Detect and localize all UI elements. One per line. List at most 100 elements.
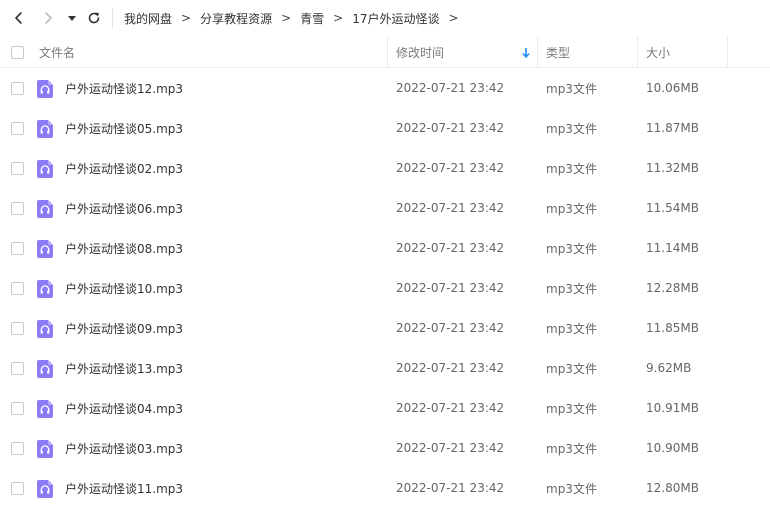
column-header-modified[interactable]: 修改时间	[396, 36, 534, 68]
row-checkbox[interactable]	[11, 361, 24, 375]
column-resize-handle[interactable]	[537, 36, 538, 68]
file-type: mp3文件	[546, 401, 597, 416]
table-row[interactable]: 户外运动怪谈06.mp3 2022-07-21 23:42 mp3文件 11.5…	[0, 188, 770, 228]
file-name[interactable]: 户外运动怪谈13.mp3	[65, 348, 183, 388]
audio-file-icon	[37, 360, 53, 378]
file-size: 9.62MB	[646, 361, 692, 375]
table-row[interactable]: 户外运动怪谈03.mp3 2022-07-21 23:42 mp3文件 10.9…	[0, 428, 770, 468]
file-name[interactable]: 户外运动怪谈03.mp3	[65, 428, 183, 468]
file-type: mp3文件	[546, 481, 597, 496]
file-type: mp3文件	[546, 241, 597, 256]
file-name[interactable]: 户外运动怪谈06.mp3	[65, 188, 183, 228]
row-checkbox-cell	[11, 308, 24, 348]
audio-file-icon	[37, 320, 53, 338]
refresh-icon	[88, 12, 100, 24]
file-type: mp3文件	[546, 201, 597, 216]
file-modified-time: 2022-07-21 23:42	[396, 201, 505, 215]
sort-down-arrow-icon	[522, 48, 530, 58]
file-size: 12.28MB	[646, 281, 699, 295]
table-row[interactable]: 户外运动怪谈10.mp3 2022-07-21 23:42 mp3文件 12.2…	[0, 268, 770, 308]
table-row[interactable]: 户外运动怪谈13.mp3 2022-07-21 23:42 mp3文件 9.62…	[0, 348, 770, 388]
column-header-name[interactable]: 文件名	[39, 36, 379, 68]
row-checkbox-cell	[11, 468, 24, 508]
refresh-button[interactable]	[82, 6, 106, 30]
file-type: mp3文件	[546, 441, 597, 456]
row-checkbox[interactable]	[11, 81, 24, 95]
file-size: 11.85MB	[646, 321, 699, 335]
file-size: 10.91MB	[646, 401, 699, 415]
column-resize-handle[interactable]	[727, 36, 728, 68]
file-size: 11.32MB	[646, 161, 699, 175]
breadcrumb-separator[interactable]: >	[449, 11, 459, 25]
back-button[interactable]	[7, 6, 31, 30]
column-header-type[interactable]: 类型	[546, 36, 634, 68]
row-checkbox[interactable]	[11, 241, 24, 255]
breadcrumb-item-my-drive[interactable]: 我的网盘	[124, 10, 172, 27]
column-resize-handle[interactable]	[387, 36, 388, 68]
file-modified-time: 2022-07-21 23:42	[396, 401, 505, 415]
table-row[interactable]: 户外运动怪谈11.mp3 2022-07-21 23:42 mp3文件 12.8…	[0, 468, 770, 508]
file-name[interactable]: 户外运动怪谈11.mp3	[65, 468, 183, 508]
file-modified-time: 2022-07-21 23:42	[396, 361, 505, 375]
file-modified-time: 2022-07-21 23:42	[396, 441, 505, 455]
table-row[interactable]: 户外运动怪谈04.mp3 2022-07-21 23:42 mp3文件 10.9…	[0, 388, 770, 428]
navigation-bar: 我的网盘 > 分享教程资源 > 青雪 > 17户外运动怪谈 >	[0, 0, 770, 36]
file-type: mp3文件	[546, 281, 597, 296]
file-modified-time: 2022-07-21 23:42	[396, 481, 505, 495]
table-row[interactable]: 户外运动怪谈09.mp3 2022-07-21 23:42 mp3文件 11.8…	[0, 308, 770, 348]
audio-file-icon	[37, 120, 53, 138]
file-name[interactable]: 户外运动怪谈02.mp3	[65, 148, 183, 188]
file-name[interactable]: 户外运动怪谈04.mp3	[65, 388, 183, 428]
file-size: 12.80MB	[646, 481, 699, 495]
column-header-size[interactable]: 大小	[646, 36, 726, 68]
audio-file-icon	[37, 160, 53, 178]
audio-file-icon	[37, 80, 53, 98]
table-row[interactable]: 户外运动怪谈12.mp3 2022-07-21 23:42 mp3文件 10.0…	[0, 68, 770, 108]
column-header-modified-label: 修改时间	[396, 45, 445, 60]
file-type: mp3文件	[546, 81, 597, 96]
file-type: mp3文件	[546, 361, 597, 376]
breadcrumb-item-current-folder[interactable]: 17户外运动怪谈	[352, 10, 439, 27]
select-all-checkbox[interactable]	[11, 45, 24, 59]
table-row[interactable]: 户外运动怪谈05.mp3 2022-07-21 23:42 mp3文件 11.8…	[0, 108, 770, 148]
toolbar-divider	[112, 8, 113, 28]
file-name[interactable]: 户外运动怪谈09.mp3	[65, 308, 183, 348]
audio-file-icon	[37, 480, 53, 498]
row-checkbox[interactable]	[11, 161, 24, 175]
file-type: mp3文件	[546, 321, 597, 336]
file-modified-time: 2022-07-21 23:42	[396, 81, 505, 95]
row-checkbox[interactable]	[11, 321, 24, 335]
audio-file-icon	[37, 240, 53, 258]
row-checkbox[interactable]	[11, 121, 24, 135]
file-name[interactable]: 户外运动怪谈08.mp3	[65, 228, 183, 268]
file-size: 11.54MB	[646, 201, 699, 215]
chevron-right-icon	[45, 12, 52, 24]
file-size: 10.90MB	[646, 441, 699, 455]
file-type: mp3文件	[546, 161, 597, 176]
row-checkbox-cell	[11, 268, 24, 308]
file-name[interactable]: 户外运动怪谈10.mp3	[65, 268, 183, 308]
audio-file-icon	[37, 440, 53, 458]
row-checkbox-cell	[11, 348, 24, 388]
row-checkbox-cell	[11, 188, 24, 228]
file-modified-time: 2022-07-21 23:42	[396, 161, 505, 175]
row-checkbox[interactable]	[11, 481, 24, 495]
column-resize-handle[interactable]	[637, 36, 638, 68]
breadcrumb-item-shared-resources[interactable]: 分享教程资源	[200, 10, 272, 27]
breadcrumb-item-qingxue[interactable]: 青雪	[300, 10, 324, 27]
table-row[interactable]: 户外运动怪谈02.mp3 2022-07-21 23:42 mp3文件 11.3…	[0, 148, 770, 188]
file-name[interactable]: 户外运动怪谈05.mp3	[65, 108, 183, 148]
file-name[interactable]: 户外运动怪谈12.mp3	[65, 68, 183, 108]
row-checkbox[interactable]	[11, 441, 24, 455]
history-dropdown-button[interactable]	[62, 6, 82, 30]
forward-button[interactable]	[36, 6, 60, 30]
row-checkbox[interactable]	[11, 201, 24, 215]
row-checkbox[interactable]	[11, 281, 24, 295]
audio-file-icon	[37, 280, 53, 298]
row-checkbox-cell	[11, 108, 24, 148]
file-size: 11.87MB	[646, 121, 699, 135]
row-checkbox[interactable]	[11, 401, 24, 415]
table-header: 文件名 修改时间 类型 大小	[0, 36, 770, 68]
table-row[interactable]: 户外运动怪谈08.mp3 2022-07-21 23:42 mp3文件 11.1…	[0, 228, 770, 268]
row-checkbox-cell	[11, 68, 24, 108]
